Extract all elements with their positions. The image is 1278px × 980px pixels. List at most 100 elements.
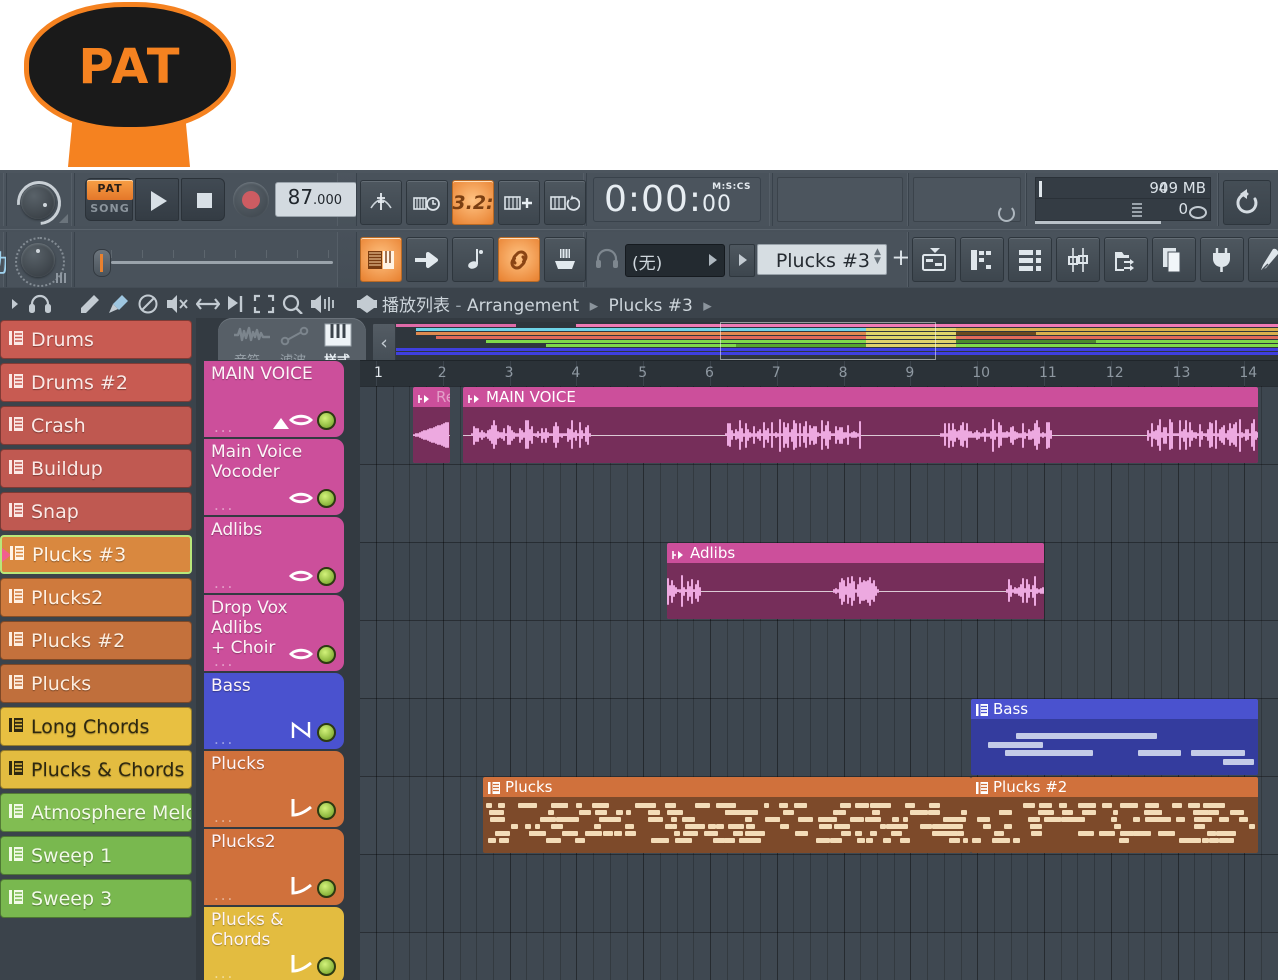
picker-item[interactable]: Sweep 1 [0, 836, 192, 875]
breadcrumb-pattern[interactable]: Plucks #3 [609, 296, 693, 316]
piano-roll-note-icon[interactable] [452, 237, 494, 282]
picker-item[interactable]: Crash [0, 406, 192, 445]
playlist-clip[interactable]: Plucks #2 [971, 777, 1258, 853]
picker-item[interactable]: Atmosphere Melo [0, 793, 192, 832]
track-header[interactable]: Drop Vox Adlibs + Choir... [204, 595, 344, 671]
picker-item[interactable]: Snap [0, 492, 192, 531]
piano-roll-window-icon[interactable] [1008, 237, 1052, 282]
breadcrumb-root[interactable]: 播放列表 [382, 296, 450, 316]
effects-icon[interactable] [1248, 237, 1278, 282]
pitch-slider-track[interactable] [111, 261, 333, 264]
arrangement-overview[interactable] [396, 322, 1278, 360]
pattern-song-switch[interactable]: PAT SONG [85, 178, 133, 221]
track-enable-led[interactable] [317, 411, 336, 430]
mixer-knob-icon[interactable] [544, 237, 586, 282]
pattern-clip-button[interactable] [360, 237, 402, 282]
track-header[interactable]: Plucks2... [204, 829, 344, 905]
playlist-grid[interactable]: Re.. MAIN VOICE Adlibs BassPlucksPlucks #2 [360, 386, 1278, 980]
cut-icon[interactable] [226, 294, 248, 318]
typing-keyboard-to-piano-icon[interactable] [360, 180, 402, 225]
picker-item[interactable]: Buildup [0, 449, 192, 488]
overview-viewport[interactable] [720, 322, 936, 360]
step-sequencer-icon[interactable] [960, 237, 1004, 282]
slice-icon[interactable] [166, 294, 190, 318]
track-header[interactable]: MAIN VOICE... [204, 361, 344, 437]
pattern-spinner[interactable]: ▲▼ [874, 248, 881, 266]
track-menu-dots[interactable]: ... [214, 734, 234, 744]
pattern-count-field[interactable]: 4 909 MB [1035, 177, 1211, 199]
playback-icon[interactable] [310, 294, 334, 318]
collapse-button[interactable]: ‹ [372, 323, 396, 363]
track-header[interactable]: Adlibs... [204, 517, 344, 593]
pattern-selector-field[interactable]: Plucks #3 [757, 244, 887, 275]
pattern-mode-button[interactable]: PAT [87, 180, 133, 200]
playlist-clip[interactable]: Bass [971, 699, 1258, 775]
cpu-meter-field[interactable]: 0 [1035, 199, 1211, 221]
time-display[interactable]: 0:00:00 M:S:CS [593, 177, 761, 222]
tempo-field[interactable]: 87.000 [275, 182, 357, 217]
track-enable-led[interactable] [317, 801, 336, 820]
master-volume-knob[interactable] [21, 185, 55, 219]
playlist-clip[interactable]: Plucks [483, 777, 971, 853]
link-button[interactable] [498, 237, 540, 282]
metronome-icon[interactable] [406, 180, 448, 225]
picker-item[interactable]: Long Chords [0, 707, 192, 746]
picker-item[interactable]: Plucks [0, 664, 192, 703]
playlist-icon[interactable] [912, 237, 956, 282]
track-header[interactable]: Plucks & Chords... [204, 907, 344, 980]
file-icon[interactable] [1152, 237, 1196, 282]
undo-button[interactable] [1223, 180, 1271, 225]
play-button[interactable] [135, 178, 179, 221]
audio-clip-icon[interactable] [232, 324, 272, 350]
select-icon[interactable] [253, 294, 275, 318]
headphones-icon[interactable] [28, 294, 52, 317]
zoom-icon[interactable] [282, 294, 304, 318]
track-enable-led[interactable] [317, 489, 336, 508]
wait-for-input-icon[interactable] [498, 180, 540, 225]
track-header[interactable]: Bass... [204, 673, 344, 749]
picker-item[interactable]: Plucks2 [0, 578, 192, 617]
track-enable-led[interactable] [317, 567, 336, 586]
pitch-knob[interactable] [21, 243, 55, 277]
play-cursor-icon[interactable] [10, 296, 20, 315]
track-enable-led[interactable] [317, 957, 336, 976]
mixer-icon[interactable] [1056, 237, 1100, 282]
playlist-clip[interactable]: Adlibs [667, 543, 1044, 619]
paint-icon[interactable] [108, 294, 130, 318]
picker-item[interactable]: Drums [0, 320, 192, 359]
picker-item[interactable]: Sweep 3 [0, 879, 192, 918]
playlist-clip[interactable]: Re.. [413, 387, 450, 463]
mute-icon[interactable] [138, 294, 158, 318]
track-menu-dots[interactable]: ... [214, 500, 234, 510]
plugin-picker-icon[interactable] [1200, 237, 1244, 282]
song-mode-button[interactable]: SONG [87, 200, 133, 220]
piano-roll-icon[interactable] [324, 323, 352, 351]
picker-item[interactable]: Plucks & Chords [0, 750, 192, 789]
pattern-prev-button[interactable] [729, 244, 755, 277]
breadcrumb-arrangement[interactable]: Arrangement [467, 296, 579, 316]
track-menu-dots[interactable]: ... [214, 812, 234, 822]
track-menu-dots[interactable]: ... [214, 968, 234, 978]
headphones-icon[interactable] [595, 248, 619, 272]
track-enable-led[interactable] [317, 723, 336, 742]
picker-item[interactable]: Plucks #2 [0, 621, 192, 660]
pencil-icon[interactable] [80, 294, 100, 318]
slip-icon[interactable] [196, 294, 220, 318]
pitch-slider-handle[interactable] [93, 249, 111, 277]
countdown-loop-icon[interactable] [544, 180, 586, 225]
track-header[interactable]: Main Voice Vocoder... [204, 439, 344, 515]
picker-item[interactable]: Drums #2 [0, 363, 192, 402]
browser-icon[interactable] [1104, 237, 1148, 282]
record-button[interactable] [233, 182, 269, 218]
playlist-clip[interactable]: MAIN VOICE [463, 387, 1258, 463]
track-enable-led[interactable] [317, 645, 336, 664]
stop-button[interactable] [181, 178, 225, 221]
step-sequencer-arrow-icon[interactable] [406, 237, 448, 282]
picker-item[interactable]: Plucks #3 [0, 535, 192, 574]
automation-clip-icon[interactable] [280, 326, 310, 350]
track-menu-dots[interactable]: ... [214, 890, 234, 900]
channel-selector[interactable]: (无) [625, 244, 725, 277]
timeline-ruler[interactable]: 1234567891011121314 [360, 360, 1278, 388]
track-enable-led[interactable] [317, 879, 336, 898]
track-menu-dots[interactable]: ... [214, 656, 234, 666]
